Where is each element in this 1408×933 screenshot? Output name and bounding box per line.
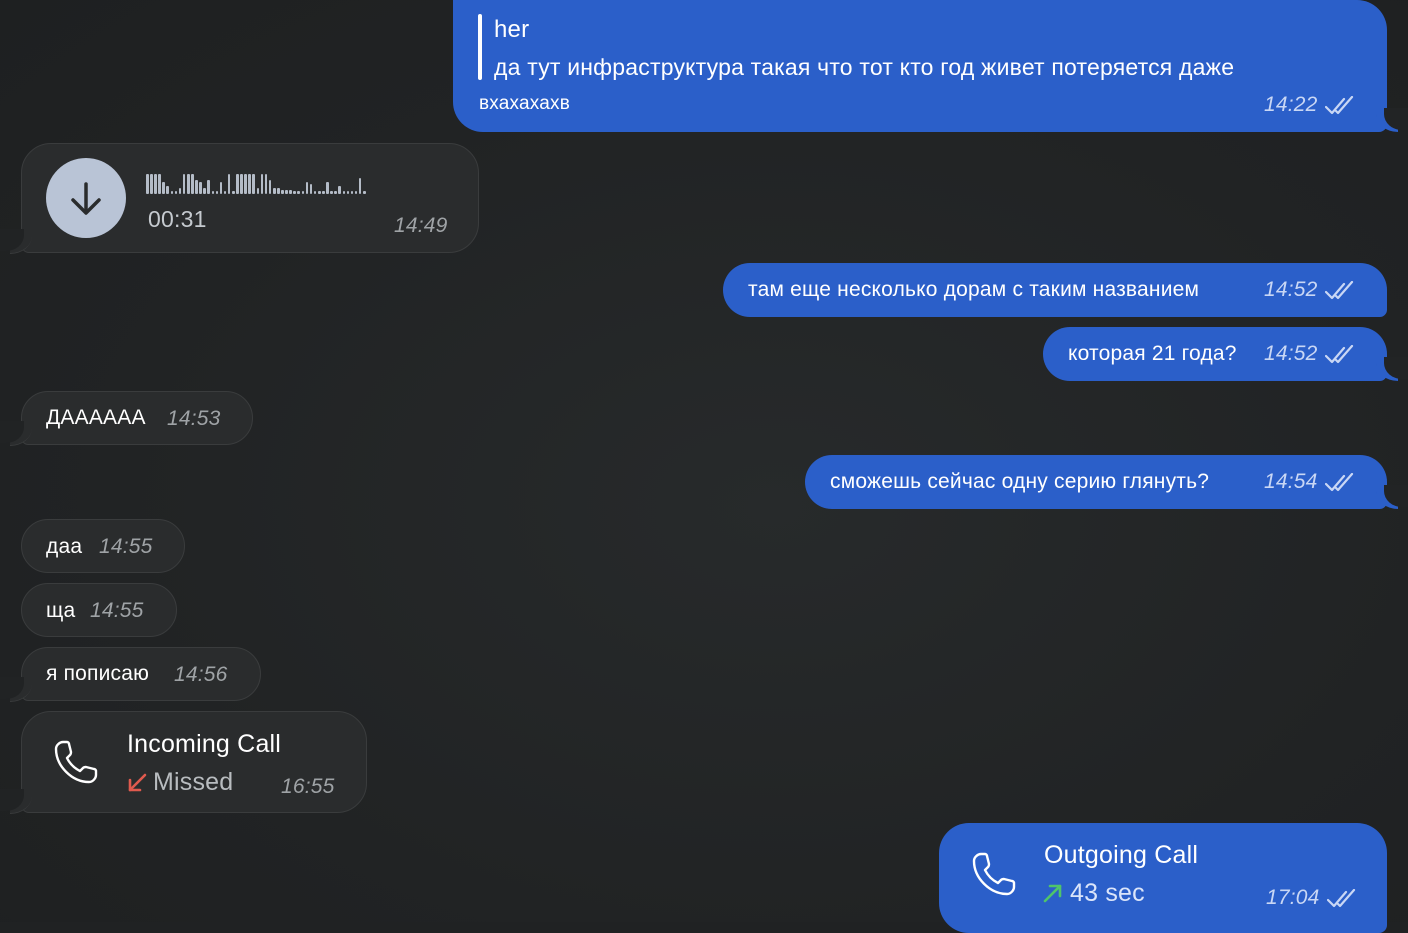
message-text: даа <box>46 535 83 558</box>
double-check-icon <box>1327 889 1356 908</box>
chat-history[interactable]: her да тут инфраструктура такая что тот … <box>0 0 1408 933</box>
message-text: которая 21 года? <box>1068 342 1237 365</box>
download-arrow-icon <box>71 182 101 215</box>
outgoing-message[interactable]: сможешь сейчас одну серию глянуть? 14:54 <box>805 455 1387 509</box>
call-status: Missed <box>153 768 234 796</box>
outgoing-message[interactable]: там еще несколько дорам с таким название… <box>723 263 1387 317</box>
message-time: 14:22 <box>1264 93 1318 116</box>
call-title: Outgoing Call <box>1044 841 1199 869</box>
reply-author: her <box>494 16 530 43</box>
message-time: 17:04 <box>1266 886 1320 909</box>
voice-duration: 00:31 <box>148 206 207 232</box>
reply-quoted-text: да тут инфраструктура такая что тот кто … <box>494 54 1235 80</box>
incoming-voice-message[interactable]: 00:31 14:49 <box>21 143 479 253</box>
message-text: ДАААААА <box>46 406 146 429</box>
message-text: вхахахахв <box>479 93 571 114</box>
message-time: 14:56 <box>174 663 228 686</box>
message-time: 14:55 <box>99 535 153 558</box>
call-status: 43 sec <box>1070 879 1145 907</box>
call-title: Incoming Call <box>127 730 282 758</box>
message-text: там еще несколько дорам с таким название… <box>748 278 1200 301</box>
reply-quote-bar <box>478 14 482 80</box>
incoming-message[interactable]: ща 14:55 <box>21 583 177 637</box>
phone-icon[interactable] <box>970 850 1018 898</box>
incoming-message[interactable]: ДАААААА 14:53 <box>21 391 253 445</box>
outgoing-message[interactable]: her да тут инфраструктура такая что тот … <box>453 0 1387 132</box>
message-time: 14:52 <box>1264 278 1318 301</box>
missed-call-arrow-icon <box>128 773 147 792</box>
voice-download-button[interactable] <box>46 158 126 238</box>
double-check-icon <box>1325 96 1354 115</box>
message-time: 16:55 <box>281 775 335 798</box>
message-text: сможешь сейчас одну серию глянуть? <box>830 470 1210 493</box>
outgoing-call-arrow-icon <box>1043 884 1062 903</box>
voice-waveform[interactable] <box>146 172 366 194</box>
message-time: 14:55 <box>90 599 144 622</box>
outgoing-message[interactable]: которая 21 года? 14:52 <box>1043 327 1387 381</box>
message-text: я пописаю <box>46 662 150 685</box>
incoming-message[interactable]: я пописаю 14:56 <box>21 647 261 701</box>
phone-icon[interactable] <box>52 738 100 786</box>
message-time: 14:49 <box>394 214 448 237</box>
incoming-call-message[interactable]: Incoming Call Missed 16:55 <box>21 711 367 813</box>
double-check-icon <box>1325 473 1354 492</box>
message-time: 14:52 <box>1264 342 1318 365</box>
message-time: 14:53 <box>167 407 221 430</box>
double-check-icon <box>1325 281 1354 300</box>
message-time: 14:54 <box>1264 470 1318 493</box>
double-check-icon <box>1325 345 1354 364</box>
incoming-message[interactable]: даа 14:55 <box>21 519 185 573</box>
message-text: ща <box>46 599 76 622</box>
outgoing-call-message[interactable]: Outgoing Call 43 sec 17:04 <box>939 823 1387 933</box>
